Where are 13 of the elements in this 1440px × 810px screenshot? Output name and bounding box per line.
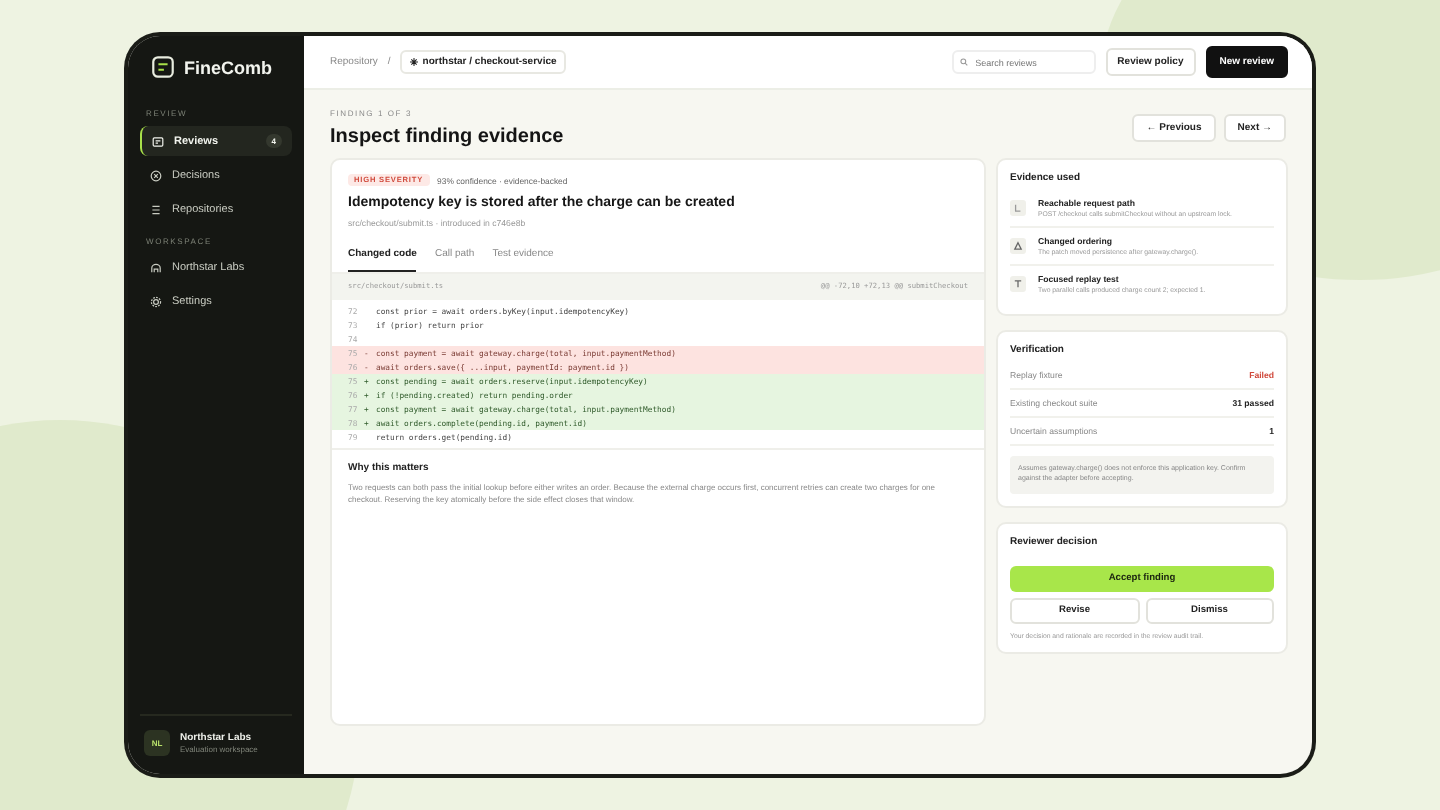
logo-icon	[152, 56, 174, 78]
inbox-icon	[152, 135, 164, 147]
settings-icon	[150, 296, 162, 308]
search-icon	[959, 58, 968, 66]
sparkle-icon	[410, 58, 419, 66]
page-title: Inspect finding evidence	[330, 126, 564, 148]
t-icon	[1010, 276, 1026, 292]
triangle-icon	[1010, 238, 1026, 254]
arch-icon	[150, 262, 162, 274]
corner-icon	[1010, 200, 1026, 216]
circle-x-icon	[150, 170, 162, 182]
app-name: FineComb	[184, 57, 272, 77]
list-icon	[150, 204, 162, 216]
